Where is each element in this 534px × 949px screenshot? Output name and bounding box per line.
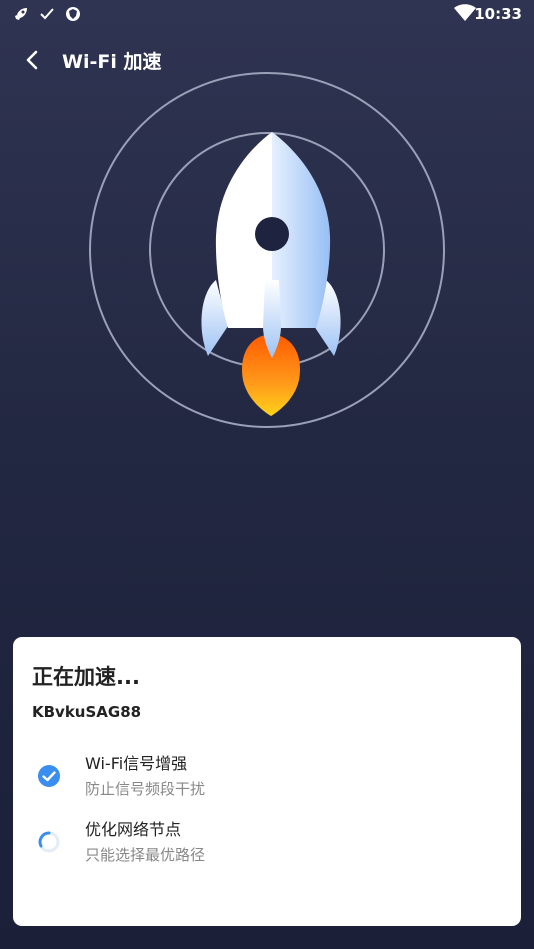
status-time: 10:33 xyxy=(474,5,522,23)
rocket-icon xyxy=(12,5,30,27)
network-ssid: KBvkuSAG88 xyxy=(32,703,142,721)
acceleration-card: 正在加速... KBvkuSAG88 Wi-Fi信号增强 防止信号频段干扰 优化… xyxy=(13,637,521,926)
task-subtitle: 只能选择最优路径 xyxy=(85,846,206,864)
task-title: Wi-Fi信号增强 xyxy=(85,754,188,773)
back-button[interactable] xyxy=(18,46,46,74)
spinner-icon xyxy=(37,830,61,854)
check-circle-icon xyxy=(37,764,61,788)
task-item-signal-boost: Wi-Fi信号增强 防止信号频段干扰 xyxy=(13,750,521,810)
rocket-window xyxy=(255,217,289,251)
wifi-icon xyxy=(454,4,476,26)
shield-icon xyxy=(65,5,81,27)
task-item-node-optimize: 优化网络节点 只能选择最优路径 xyxy=(13,816,521,876)
status-bar: 10:33 xyxy=(0,0,534,28)
rocket-illustration xyxy=(85,68,450,433)
task-subtitle: 防止信号频段干扰 xyxy=(85,780,206,798)
card-title: 正在加速... xyxy=(32,665,140,689)
chevron-left-icon xyxy=(26,50,38,70)
task-title: 优化网络节点 xyxy=(85,820,182,839)
check-icon xyxy=(40,5,54,27)
